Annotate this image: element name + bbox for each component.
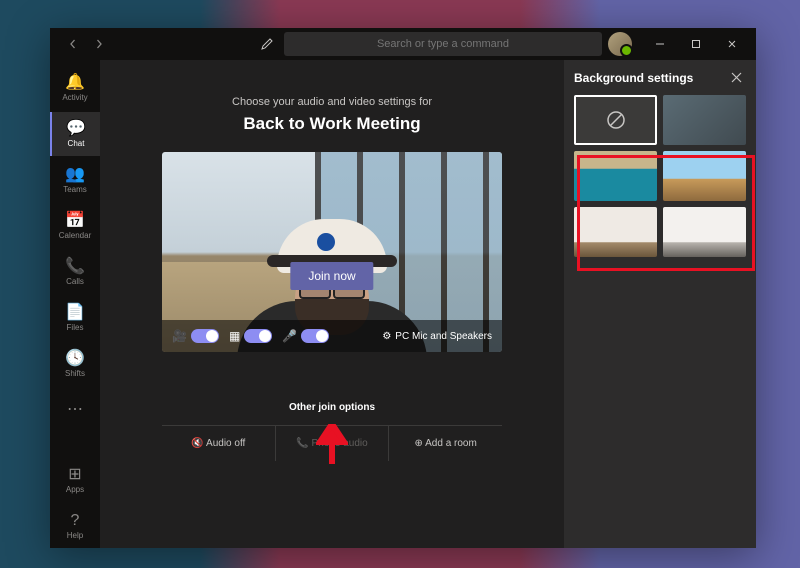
rail-teams[interactable]: 👥 Teams bbox=[50, 158, 100, 202]
calendar-icon: 📅 bbox=[65, 213, 85, 229]
search-box[interactable] bbox=[284, 32, 602, 56]
titlebar bbox=[50, 28, 756, 60]
background-option-image-3[interactable] bbox=[574, 207, 657, 257]
gear-icon: ⚙ bbox=[382, 331, 391, 342]
rail-calendar[interactable]: 📅 Calendar bbox=[50, 204, 100, 248]
background-blur-icon: ▦ bbox=[229, 329, 240, 343]
background-option-image-1[interactable] bbox=[574, 151, 657, 201]
background-grid bbox=[574, 95, 746, 257]
teams-window: 🔔 Activity 💬 Chat 👥 Teams 📅 Calendar 📞 C… bbox=[50, 28, 756, 548]
background-option-none[interactable] bbox=[574, 95, 657, 145]
rail-label: Shifts bbox=[65, 369, 85, 378]
other-join-options-label: Other join options bbox=[289, 402, 375, 413]
prejoin-stage: Choose your audio and video settings for… bbox=[100, 60, 564, 548]
phone-icon: 📞 bbox=[296, 438, 311, 449]
compose-button[interactable] bbox=[256, 33, 278, 55]
panel-close-button[interactable] bbox=[727, 70, 746, 85]
rail-label: Calendar bbox=[59, 231, 91, 240]
video-preview: Join now 🎥 ▦ 🎤 bbox=[162, 152, 502, 352]
background-effects-toggle[interactable] bbox=[244, 329, 272, 343]
join-now-button[interactable]: Join now bbox=[290, 262, 373, 290]
audio-off-option[interactable]: 🔇 Audio off bbox=[162, 426, 275, 461]
background-option-image-4[interactable] bbox=[663, 207, 746, 257]
window-minimize-button[interactable] bbox=[642, 30, 678, 58]
none-icon bbox=[605, 109, 627, 131]
files-icon: 📄 bbox=[65, 305, 85, 321]
rail-label: Help bbox=[67, 531, 83, 540]
rail-help[interactable]: ? Help bbox=[50, 504, 100, 548]
meeting-title: Back to Work Meeting bbox=[243, 114, 420, 134]
rail-label: Teams bbox=[63, 185, 87, 194]
window-close-button[interactable] bbox=[714, 30, 750, 58]
prejoin-subtitle: Choose your audio and video settings for bbox=[232, 96, 432, 108]
rail-chat[interactable]: 💬 Chat bbox=[50, 112, 100, 156]
shifts-icon: 🕓 bbox=[65, 351, 85, 367]
panel-title: Background settings bbox=[574, 71, 693, 85]
rail-apps[interactable]: ⊞ Apps bbox=[50, 458, 100, 502]
mic-icon: 🎤 bbox=[282, 329, 297, 343]
background-settings-panel: Background settings bbox=[564, 60, 756, 548]
rail-label: Files bbox=[67, 323, 84, 332]
window-maximize-button[interactable] bbox=[678, 30, 714, 58]
user-avatar[interactable] bbox=[608, 32, 632, 56]
background-option-blur[interactable] bbox=[663, 95, 746, 145]
app-rail: 🔔 Activity 💬 Chat 👥 Teams 📅 Calendar 📞 C… bbox=[50, 60, 100, 548]
camera-toggle[interactable] bbox=[191, 329, 219, 343]
ellipsis-icon: ⋯ bbox=[67, 402, 83, 418]
rail-calls[interactable]: 📞 Calls bbox=[50, 250, 100, 294]
speaker-off-icon: 🔇 bbox=[191, 438, 206, 449]
teams-icon: 👥 bbox=[65, 167, 85, 183]
device-label: PC Mic and Speakers bbox=[395, 331, 492, 342]
background-option-image-2[interactable] bbox=[663, 151, 746, 201]
rail-label: Apps bbox=[66, 485, 84, 494]
help-icon: ? bbox=[71, 513, 80, 529]
rail-label: Chat bbox=[68, 139, 85, 148]
bell-icon: 🔔 bbox=[65, 75, 85, 91]
nav-back-button[interactable] bbox=[62, 33, 84, 55]
phone-icon: 📞 bbox=[65, 259, 85, 275]
apps-icon: ⊞ bbox=[68, 467, 81, 483]
search-input[interactable] bbox=[284, 32, 602, 56]
rail-label: Calls bbox=[66, 277, 84, 286]
rail-label: Activity bbox=[62, 93, 87, 102]
camera-icon: 🎥 bbox=[172, 329, 187, 343]
rail-shifts[interactable]: 🕓 Shifts bbox=[50, 342, 100, 386]
nav-forward-button[interactable] bbox=[88, 33, 110, 55]
rail-files[interactable]: 📄 Files bbox=[50, 296, 100, 340]
mic-toggle[interactable] bbox=[301, 329, 329, 343]
preview-controls: 🎥 ▦ 🎤 ⚙ PC Mic and bbox=[162, 320, 502, 352]
rail-activity[interactable]: 🔔 Activity bbox=[50, 66, 100, 110]
device-settings-button[interactable]: ⚙ PC Mic and Speakers bbox=[382, 331, 492, 342]
add-room-option[interactable]: ⊕ Add a room bbox=[388, 426, 502, 461]
chat-icon: 💬 bbox=[66, 121, 86, 137]
rail-more[interactable]: ⋯ bbox=[50, 388, 100, 432]
add-room-icon: ⊕ bbox=[415, 438, 426, 449]
